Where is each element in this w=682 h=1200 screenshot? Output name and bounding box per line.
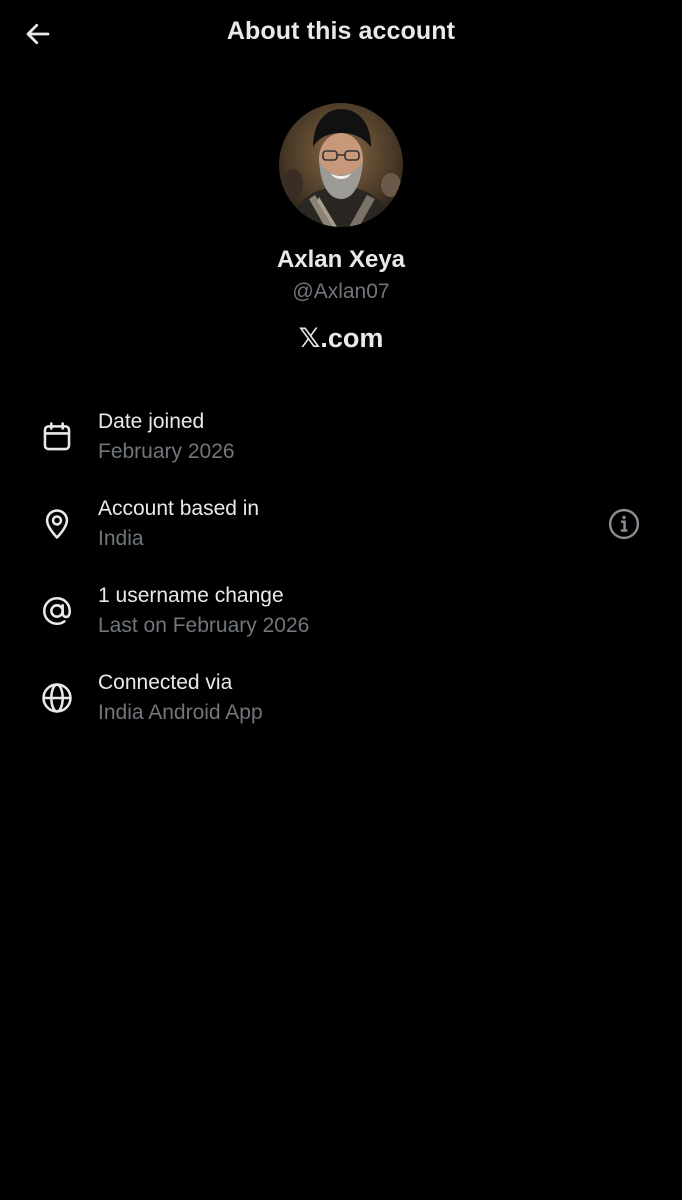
info-row-connected-via: Connected via India Android App: [0, 667, 682, 737]
x-logo-label: 𝕏.com: [298, 323, 384, 353]
row-title: Connected via: [98, 671, 233, 694]
row-value: February 2026: [98, 440, 235, 463]
info-row-date-joined: Date joined February 2026: [0, 406, 682, 476]
avatar[interactable]: [279, 103, 403, 227]
display-name: Axlan Xeya: [276, 246, 406, 273]
avatar-photo: [279, 103, 403, 227]
row-title: 1 username change: [98, 584, 284, 607]
globe-icon: [40, 681, 74, 715]
row-value: India: [98, 527, 144, 550]
page-title: About this account: [226, 17, 456, 45]
row-title: Account based in: [98, 497, 260, 520]
info-row-username-change: 1 username change Last on February 2026: [0, 580, 682, 650]
at-sign-icon: [40, 594, 74, 628]
row-title: Date joined: [98, 410, 205, 433]
location-pin-icon: [40, 507, 74, 541]
info-row-account-based-in: Account based in India: [0, 493, 682, 563]
row-value: Last on February 2026: [98, 614, 310, 637]
info-button[interactable]: [606, 506, 642, 542]
username-handle: @Axlan07: [292, 280, 390, 303]
row-value: India Android App: [98, 701, 263, 724]
calendar-icon: [40, 420, 74, 454]
about-account-screen: About this account Axlan Xeya @Axlan07 𝕏…: [0, 0, 682, 1200]
top-bar: About this account: [0, 0, 682, 70]
info-icon: [608, 508, 640, 540]
